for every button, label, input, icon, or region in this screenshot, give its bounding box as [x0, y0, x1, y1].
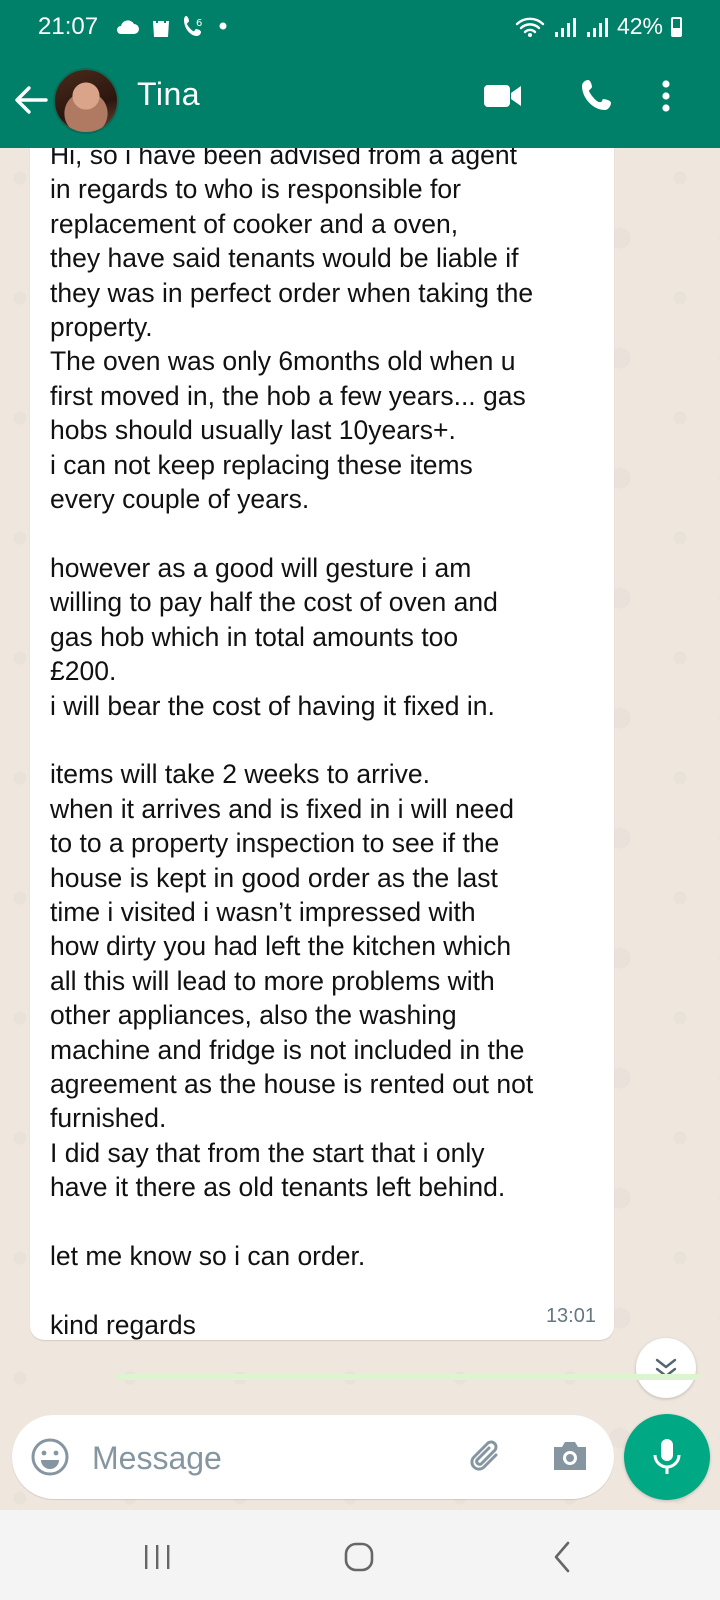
chevron-left-icon — [554, 1541, 570, 1573]
shopping-bag-icon — [153, 14, 169, 37]
signal-icon — [586, 17, 608, 37]
attach-button[interactable] — [466, 1437, 506, 1477]
camera-icon — [554, 1442, 586, 1470]
message-input[interactable] — [90, 1433, 434, 1483]
chat-header: Tina — [0, 52, 720, 148]
home-button[interactable] — [343, 1542, 375, 1572]
video-call-button[interactable] — [483, 82, 523, 116]
battery-icon — [671, 16, 682, 37]
status-bar: 21:07 6 42% — [0, 0, 720, 52]
new-content-divider — [116, 1374, 700, 1380]
more-vert-icon — [662, 80, 670, 112]
microphone-icon — [653, 1439, 681, 1474]
message-timestamp: 13:01 — [545, 1305, 596, 1327]
battery-percent: 42% — [616, 13, 663, 39]
scroll-to-bottom-button[interactable] — [636, 1338, 696, 1398]
video-call-icon — [484, 85, 521, 107]
system-nav-bar — [0, 1510, 720, 1600]
paperclip-icon — [470, 1440, 498, 1471]
emoji-button[interactable] — [30, 1437, 70, 1477]
message-bubble[interactable]: Hi, so i have been advised from a agent … — [30, 148, 614, 1340]
status-icons-left: 6 — [114, 14, 228, 38]
avatar[interactable] — [53, 68, 119, 134]
signal-icon — [554, 17, 576, 37]
arrow-back-icon — [15, 86, 48, 114]
back-button[interactable] — [14, 78, 50, 122]
voice-call-button[interactable] — [580, 78, 620, 118]
message-composer — [12, 1415, 614, 1499]
emoji-icon — [31, 1438, 69, 1476]
status-time: 21:07 — [38, 13, 99, 40]
recents-button[interactable] — [142, 1543, 172, 1571]
cloud-icon — [117, 20, 139, 34]
contact-name[interactable]: Tina — [137, 76, 200, 113]
recents-icon — [145, 1545, 170, 1569]
chat-area[interactable]: Hi, so i have been advised from a agent … — [0, 148, 720, 1510]
status-icons-right: 42% — [515, 13, 682, 40]
dot-icon — [219, 22, 227, 30]
svg-text:6: 6 — [196, 18, 202, 29]
camera-button[interactable] — [550, 1439, 590, 1475]
nav-back-button[interactable] — [551, 1540, 573, 1574]
voice-call-icon — [582, 80, 611, 110]
wifi-icon — [515, 17, 545, 37]
message-text: Hi, so i have been advised from a agent … — [50, 148, 534, 1340]
more-options-button[interactable] — [660, 78, 680, 122]
voice-message-button[interactable] — [624, 1414, 710, 1500]
home-icon — [344, 1542, 374, 1572]
voicemail-call-icon: 6 — [184, 16, 202, 36]
